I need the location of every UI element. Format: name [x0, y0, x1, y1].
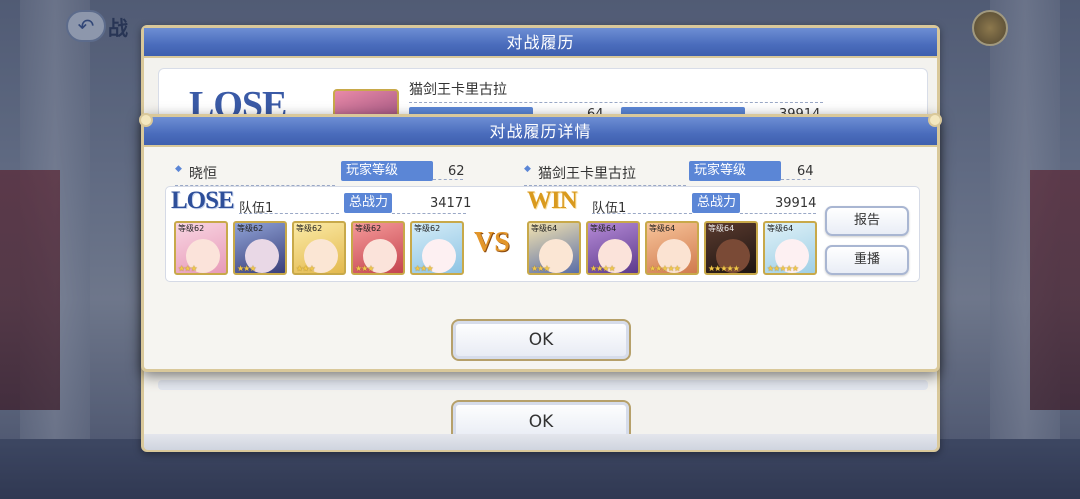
- corner-ornament-icon: [928, 113, 942, 127]
- right-power-label: 总战力: [692, 193, 740, 213]
- detail-dialog-title: 对战履历详情: [144, 117, 937, 147]
- vs-label: VS: [474, 227, 510, 258]
- corner-ornament-icon: [139, 113, 153, 127]
- right-result: WIN: [527, 187, 578, 214]
- star-rating-icon: ★★★★: [590, 264, 616, 273]
- right-team-underline: [592, 213, 692, 214]
- left-character-4[interactable]: 等级62 ★★★: [351, 221, 405, 275]
- right-character-2[interactable]: 等级64 ★★★★: [586, 221, 640, 275]
- right-power-underline: [740, 213, 816, 214]
- left-player-name: 晓恒: [175, 163, 335, 186]
- left-character-5[interactable]: 等级62 ★★★: [410, 221, 464, 275]
- left-result: LOSE: [171, 187, 235, 214]
- history-opponent-name: 猫剑王卡里古拉: [409, 79, 823, 103]
- star-rating-icon: ★★★: [178, 264, 197, 273]
- history-dialog-title: 对战履历: [144, 28, 937, 58]
- left-team-underline: [239, 213, 339, 214]
- char-level: 等级64: [649, 224, 676, 233]
- right-character-3[interactable]: 等级64 ★★★★★: [645, 221, 699, 275]
- history-dialog-footer: [144, 434, 937, 450]
- star-rating-icon: ★★★: [237, 264, 256, 273]
- detail-dialog: 对战履历详情 晓恒 玩家等级 62 猫剑王卡里古拉 玩家等级 64 LOSE 队…: [139, 113, 942, 372]
- char-level: 等级62: [296, 224, 323, 233]
- star-rating-icon: ★★★: [414, 264, 433, 273]
- char-level: 等级64: [590, 224, 617, 233]
- report-button[interactable]: 报告: [825, 206, 909, 236]
- char-level: 等级62: [414, 224, 441, 233]
- star-rating-icon: ★★★★★: [708, 264, 740, 273]
- star-rating-icon: ★★★★★: [767, 264, 799, 273]
- char-level: 等级62: [237, 224, 264, 233]
- left-level-underline: [433, 179, 463, 180]
- replay-button[interactable]: 重播: [825, 245, 909, 275]
- left-power-value: 34171: [430, 196, 472, 211]
- char-level: 等级64: [767, 224, 794, 233]
- left-level-value: 62: [448, 164, 465, 179]
- right-character-5[interactable]: 等级64 ★★★★★: [763, 221, 817, 275]
- star-rating-icon: ★★★: [296, 264, 315, 273]
- left-power-label: 总战力: [344, 193, 392, 213]
- right-player-name: 猫剑王卡里古拉: [524, 163, 686, 186]
- right-power-value: 39914: [775, 196, 817, 211]
- right-character-4[interactable]: 等级64 ★★★★★: [704, 221, 758, 275]
- left-character-1[interactable]: 等级62 ★★★: [174, 221, 228, 275]
- left-level-label: 玩家等级: [341, 161, 433, 181]
- star-rating-icon: ★★★★★: [649, 264, 681, 273]
- right-level-underline: [781, 179, 811, 180]
- detail-ok-button[interactable]: OK: [451, 319, 631, 361]
- char-level: 等级64: [531, 224, 558, 233]
- char-level: 等级64: [708, 224, 735, 233]
- char-level: 等级62: [355, 224, 382, 233]
- star-rating-icon: ★★★: [531, 264, 550, 273]
- right-level-value: 64: [797, 164, 814, 179]
- left-character-3[interactable]: 等级62 ★★★: [292, 221, 346, 275]
- right-level-label: 玩家等级: [689, 161, 781, 181]
- left-character-2[interactable]: 等级62 ★★★: [233, 221, 287, 275]
- left-power-underline: [392, 213, 466, 214]
- teams-card: LOSE 队伍1 总战力 34171 等级62 ★★★ 等级62 ★★★ 等级6…: [165, 186, 920, 282]
- right-character-1[interactable]: 等级64 ★★★: [527, 221, 581, 275]
- char-level: 等级62: [178, 224, 205, 233]
- history-row-strip: [158, 380, 928, 390]
- star-rating-icon: ★★★: [355, 264, 374, 273]
